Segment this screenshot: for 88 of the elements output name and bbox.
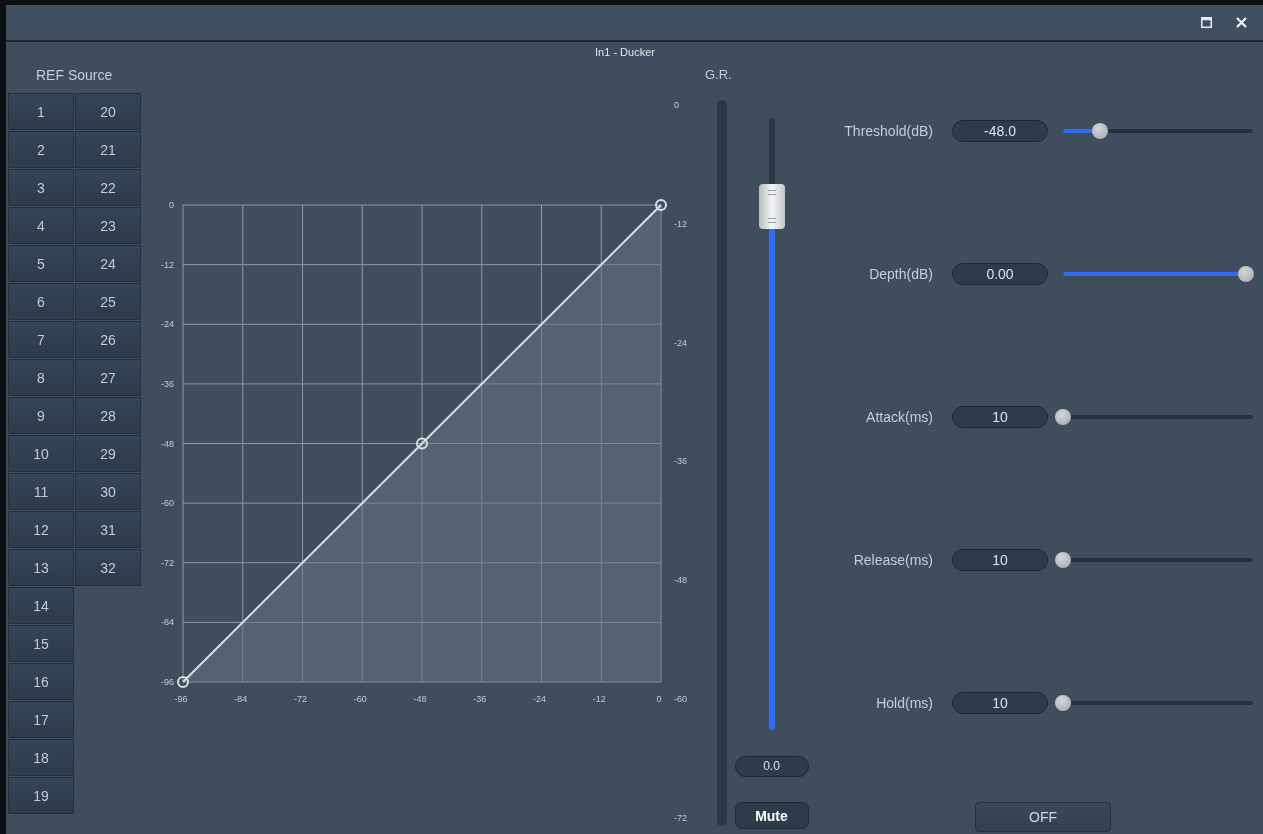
parameter-slider[interactable]: [1055, 552, 1253, 568]
meter-scale-label: -36: [674, 456, 687, 468]
parameter-value-field[interactable]: 0.00: [952, 263, 1048, 285]
mute-button[interactable]: Mute: [734, 802, 809, 829]
ref-source-button[interactable]: 25: [75, 283, 141, 320]
axis-tick-label: -24: [533, 694, 546, 704]
ref-source-button[interactable]: 11: [8, 473, 74, 510]
axis-tick-label: 0: [656, 694, 662, 704]
ref-source-button[interactable]: 15: [8, 625, 74, 662]
ref-source-button[interactable]: 28: [75, 397, 141, 434]
axis-tick-label: -72: [294, 694, 307, 704]
slider-thumb[interactable]: [1091, 123, 1108, 139]
curve-point[interactable]: [177, 676, 189, 688]
slider-thumb[interactable]: [1055, 409, 1071, 425]
axis-tick-label: -36: [161, 378, 174, 389]
meter-scale-label: -12: [674, 218, 687, 230]
ref-source-label: REF Source: [35, 66, 114, 85]
slider-thumb[interactable]: [1055, 695, 1071, 711]
axis-tick-label: -24: [161, 319, 174, 330]
ref-source-button[interactable]: 4: [8, 207, 74, 244]
maximize-icon[interactable]: [1201, 17, 1212, 28]
axis-tick-label: -96: [161, 677, 174, 687]
ref-source-button[interactable]: 14: [8, 587, 74, 624]
slider-thumb[interactable]: [1055, 552, 1071, 568]
axis-tick-label: -96: [174, 694, 188, 704]
parameter-label: Threshold(dB): [843, 123, 933, 139]
ref-source-button[interactable]: 9: [8, 397, 74, 434]
parameter-slider[interactable]: [1055, 409, 1253, 425]
parameter-label: Hold(ms): [875, 695, 933, 711]
axis-tick-label: -36: [473, 694, 487, 704]
ref-source-button[interactable]: 8: [8, 359, 74, 396]
gr-label: G.R.: [704, 66, 730, 84]
parameter-label: Attack(ms): [865, 409, 933, 425]
axis-tick-label: -72: [161, 557, 174, 568]
ref-source-button[interactable]: 1: [8, 93, 74, 130]
ref-source-button[interactable]: 17: [8, 701, 74, 738]
parameter-value-field[interactable]: 10: [952, 406, 1048, 428]
ref-source-button[interactable]: 10: [8, 435, 74, 472]
meter-scale-label: -24: [674, 337, 687, 349]
ref-source-button[interactable]: 22: [75, 169, 141, 206]
bypass-button[interactable]: OFF: [975, 802, 1111, 832]
fader[interactable]: [758, 118, 785, 730]
axis-tick-label: -60: [161, 498, 174, 509]
parameter-label: Depth(dB): [868, 266, 933, 282]
slider-thumb[interactable]: [1238, 266, 1254, 282]
ref-source-button[interactable]: 19: [8, 777, 74, 814]
axis-tick-label: -12: [592, 694, 606, 704]
axis-tick-label: -48: [161, 438, 174, 449]
fader-value-field[interactable]: 0.0: [734, 756, 809, 777]
parameter-slider[interactable]: [1055, 695, 1253, 711]
ref-source-button[interactable]: 18: [8, 739, 74, 776]
ref-source-button[interactable]: 23: [75, 207, 141, 244]
ref-source-button[interactable]: 30: [75, 473, 141, 510]
window-title: In1 - Ducker: [595, 46, 655, 58]
ref-source-button[interactable]: 6: [8, 283, 74, 320]
ref-source-button[interactable]: 16: [8, 663, 74, 700]
ref-source-button[interactable]: 32: [75, 549, 141, 586]
ref-source-button[interactable]: 12: [8, 511, 74, 548]
axis-tick-label: -48: [413, 694, 427, 704]
meter-scale-label: 0: [674, 100, 679, 111]
parameter-value-field[interactable]: 10: [952, 549, 1048, 571]
ref-source-button[interactable]: 31: [75, 511, 141, 548]
parameter-label: Release(ms): [852, 552, 933, 568]
ref-source-button[interactable]: 21: [75, 131, 141, 168]
meter-scale-label: -60: [674, 694, 687, 706]
curve-point[interactable]: [416, 437, 428, 450]
fader-thumb[interactable]: [758, 183, 785, 229]
ref-source-button[interactable]: 7: [8, 321, 74, 358]
ref-source-button[interactable]: 20: [75, 93, 141, 130]
ref-source-button[interactable]: 27: [75, 359, 141, 396]
axis-tick-label: -12: [161, 259, 174, 270]
axis-tick-label: -84: [234, 694, 248, 704]
close-icon[interactable]: [1236, 17, 1247, 28]
ref-source-button[interactable]: 26: [75, 321, 141, 358]
axis-tick-label: -60: [353, 694, 367, 704]
ref-source-button[interactable]: 5: [8, 245, 74, 282]
curve-point[interactable]: [655, 199, 667, 211]
axis-tick-label: 0: [169, 200, 174, 210]
parameter-value-field[interactable]: -48.0: [952, 120, 1048, 142]
ref-source-button[interactable]: 3: [8, 169, 74, 206]
ref-source-button[interactable]: 2: [8, 131, 74, 168]
meter-scale-label: -48: [674, 575, 687, 587]
ref-source-button[interactable]: 13: [8, 549, 74, 586]
ref-source-button[interactable]: 29: [75, 435, 141, 472]
ref-source-button[interactable]: 24: [75, 245, 141, 282]
axis-tick-label: -84: [161, 617, 174, 628]
meter-scale-label: -72: [674, 812, 687, 824]
parameter-value-field[interactable]: 10: [952, 692, 1048, 714]
